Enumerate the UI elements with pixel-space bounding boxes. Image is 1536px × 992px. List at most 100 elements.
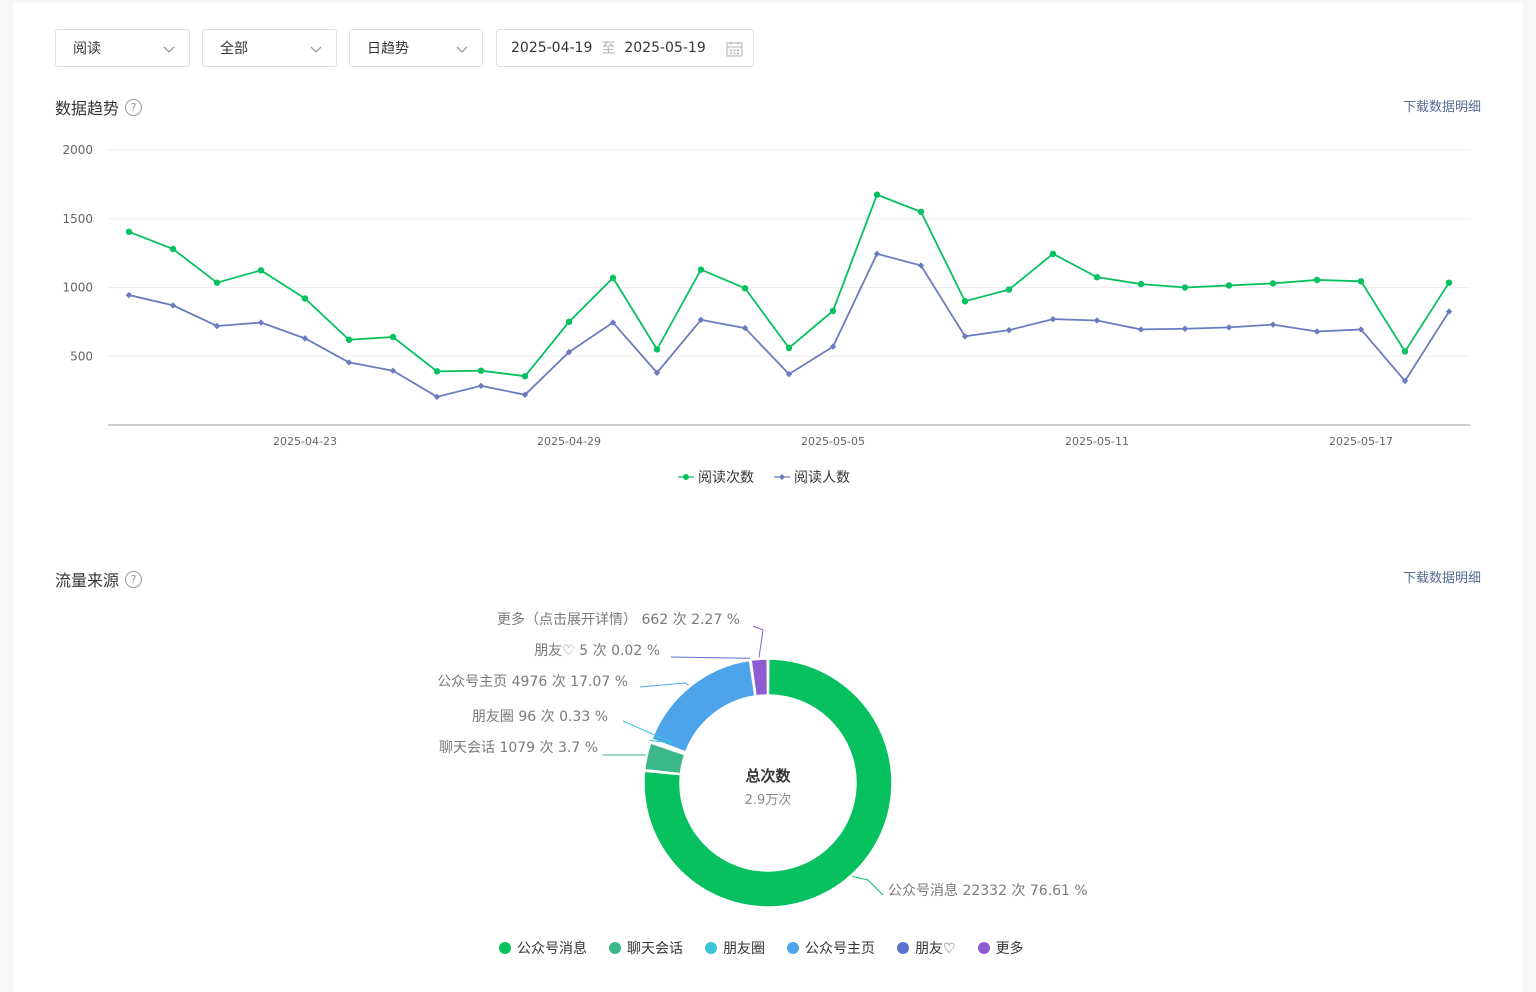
data-point bbox=[125, 291, 133, 299]
source-section-title: 流量来源 ? bbox=[55, 567, 143, 591]
data-point bbox=[961, 298, 969, 305]
slice-label: 朋友♡ 5 次 0.02 % bbox=[534, 643, 660, 659]
legend-dot-icon bbox=[787, 942, 799, 954]
metric-select-value: 阅读 bbox=[73, 41, 101, 57]
slice-label: 更多（点击展开详情） 662 次 2.27 % bbox=[497, 611, 740, 628]
circle-marker-icon bbox=[678, 474, 694, 480]
data-point bbox=[169, 302, 177, 309]
x-tick-label: 2025-05-05 bbox=[801, 435, 865, 448]
legend-dot-icon bbox=[609, 942, 621, 954]
x-tick-label: 2025-04-23 bbox=[273, 435, 337, 448]
data-point bbox=[1357, 278, 1365, 285]
slice-label: 公众号消息 22332 次 76.61 % bbox=[888, 882, 1088, 899]
scope-select[interactable]: 全部 bbox=[202, 29, 337, 67]
legend-dot-icon bbox=[499, 942, 511, 954]
calendar-icon[interactable] bbox=[726, 41, 743, 57]
data-point bbox=[389, 333, 397, 341]
legend-item[interactable]: 朋友圈 bbox=[705, 938, 765, 958]
legend-dot-icon bbox=[705, 942, 717, 954]
data-point bbox=[565, 318, 573, 326]
data-point bbox=[741, 284, 749, 292]
source-download-link[interactable]: 下载数据明细 bbox=[1403, 567, 1481, 586]
leader-line bbox=[670, 656, 751, 659]
y-tick-label: 1000 bbox=[62, 281, 93, 295]
data-point bbox=[1137, 326, 1145, 333]
slice-label: 朋友圈 96 次 0.33 % bbox=[472, 709, 608, 725]
x-tick-label: 2025-05-11 bbox=[1065, 435, 1129, 448]
legend-label: 聊天会话 bbox=[627, 941, 683, 957]
trend-title: 数据趋势 bbox=[55, 99, 120, 118]
help-icon[interactable]: ? bbox=[125, 570, 143, 588]
metric-select[interactable]: 阅读 bbox=[55, 29, 190, 67]
source-panel: 流量来源 ? 下载数据明细 公众号消息 22332 次 76.61 % 聊天会话 … bbox=[13, 540, 1523, 992]
legend-label: 阅读次数 bbox=[698, 470, 754, 486]
legend-label: 朋友♡ bbox=[915, 941, 956, 957]
y-tick-label: 1500 bbox=[62, 212, 93, 226]
help-icon[interactable]: ? bbox=[125, 98, 143, 116]
data-point bbox=[1269, 280, 1277, 287]
date-separator: 至 bbox=[601, 41, 616, 57]
chevron-down-icon bbox=[456, 46, 468, 53]
trend-select[interactable]: 日趋势 bbox=[349, 29, 483, 67]
legend-item-read-count[interactable]: 阅读次数 bbox=[678, 467, 754, 487]
trend-line-chart: 500 1000 1500 2000 2025-04-23 2025-04-29 2025-… bbox=[62, 143, 1470, 448]
data-point bbox=[213, 322, 221, 330]
data-point bbox=[697, 266, 705, 273]
legend-item-reader-count[interactable]: 阅读人数 bbox=[774, 467, 850, 487]
data-point bbox=[1401, 348, 1409, 355]
data-point bbox=[1181, 325, 1189, 332]
traffic-source-donut-chart: 公众号消息 22332 次 76.61 % 聊天会话 1079 次 3.7 % 朋友… bbox=[437, 611, 1088, 908]
trend-section-title: 数据趋势 ? bbox=[55, 95, 143, 119]
data-point bbox=[477, 382, 485, 390]
date-end[interactable]: 2025-05-19 bbox=[624, 40, 705, 56]
legend-item[interactable]: 公众号消息 bbox=[499, 938, 587, 958]
data-point bbox=[477, 367, 485, 374]
scope-select-value: 全部 bbox=[220, 41, 248, 57]
data-point bbox=[917, 208, 925, 216]
data-point bbox=[1005, 286, 1013, 293]
trend-panel: 数据趋势 ? 下载数据明细 500 1000 1500 2000 2025-04-23 2… bbox=[13, 93, 1523, 540]
donut-center-value: 2.9万次 bbox=[745, 792, 792, 808]
date-start[interactable]: 2025-04-19 bbox=[511, 40, 592, 56]
data-point bbox=[873, 191, 881, 198]
legend-item[interactable]: 公众号主页 bbox=[787, 938, 875, 958]
slice-label: 聊天会话 1079 次 3.7 % bbox=[439, 740, 598, 756]
data-point bbox=[345, 336, 353, 343]
legend-item[interactable]: 聊天会话 bbox=[609, 938, 683, 958]
data-point bbox=[1313, 328, 1321, 335]
diamond-marker-icon bbox=[774, 474, 790, 480]
trend-download-link[interactable]: 下载数据明细 bbox=[1403, 96, 1481, 115]
data-point bbox=[1181, 284, 1189, 291]
leader-line bbox=[852, 876, 884, 896]
data-point bbox=[301, 295, 309, 302]
data-point bbox=[1137, 280, 1145, 288]
data-point bbox=[169, 245, 177, 253]
data-point bbox=[829, 307, 837, 315]
y-tick-label: 2000 bbox=[62, 143, 93, 157]
data-point bbox=[1049, 315, 1057, 323]
data-point bbox=[785, 344, 793, 352]
x-tick-label: 2025-04-29 bbox=[537, 435, 601, 448]
data-point bbox=[1269, 321, 1277, 328]
leader-line bbox=[603, 754, 646, 756]
data-point bbox=[1049, 250, 1057, 258]
leader-line bbox=[752, 625, 764, 658]
legend-item[interactable]: 朋友♡ bbox=[897, 938, 956, 958]
data-point bbox=[521, 372, 529, 380]
data-point bbox=[433, 368, 441, 375]
chevron-down-icon bbox=[163, 46, 175, 53]
legend-dot-icon bbox=[897, 942, 909, 954]
y-tick-label: 500 bbox=[70, 349, 93, 363]
date-range-picker[interactable]: 2025-04-19 至 2025-05-19 bbox=[496, 29, 754, 67]
trend-select-value: 日趋势 bbox=[367, 41, 409, 57]
legend-label: 更多 bbox=[995, 941, 1024, 957]
data-point bbox=[1225, 324, 1233, 331]
legend-label: 阅读人数 bbox=[794, 470, 850, 486]
legend-label: 朋友圈 bbox=[723, 941, 765, 957]
data-point bbox=[653, 346, 661, 353]
chevron-down-icon bbox=[310, 46, 322, 53]
legend-item[interactable]: 更多 bbox=[977, 938, 1024, 958]
data-point bbox=[125, 228, 133, 236]
data-point bbox=[1005, 326, 1013, 334]
data-point bbox=[609, 274, 617, 282]
